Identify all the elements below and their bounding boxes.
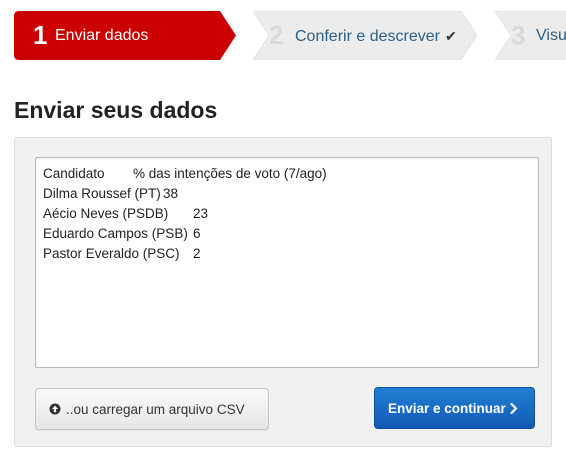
- step-3-label: Visua: [536, 27, 566, 44]
- data-input-panel: Candidato % das intenções de voto (7/ago…: [14, 137, 552, 447]
- step-2-label-text: Conferir e descrever: [295, 28, 440, 45]
- checkmark-icon: ✔: [444, 28, 457, 44]
- page-title: Enviar seus dados: [14, 97, 218, 123]
- step-conferir-e-descrever[interactable]: 2 Conferir e descrever ✔: [253, 11, 477, 60]
- data-textarea[interactable]: Candidato % das intenções de voto (7/ago…: [35, 157, 539, 368]
- step-enviar-dados[interactable]: 1 Enviar dados: [14, 11, 236, 60]
- step-3-number: 3: [511, 20, 526, 50]
- step-1-label: Enviar dados: [55, 27, 149, 44]
- submit-continue-button[interactable]: Enviar e continuar: [374, 387, 535, 429]
- upload-icon: [49, 403, 61, 415]
- upload-csv-label: ..ou carregar um arquivo CSV: [66, 402, 245, 417]
- upload-csv-button[interactable]: ..ou carregar um arquivo CSV: [35, 388, 269, 430]
- step-1-number: 1: [33, 20, 48, 50]
- step-progress-bar: 1 Enviar dados 2 Conferir e descrever ✔ 3…: [0, 0, 566, 72]
- chevron-right-icon: [510, 403, 518, 414]
- submit-continue-label: Enviar e continuar: [388, 401, 506, 416]
- step-2-label: Conferir e descrever ✔: [295, 26, 457, 47]
- step-2-number: 2: [269, 20, 284, 50]
- step-visualizar[interactable]: 3 Visua: [495, 11, 566, 60]
